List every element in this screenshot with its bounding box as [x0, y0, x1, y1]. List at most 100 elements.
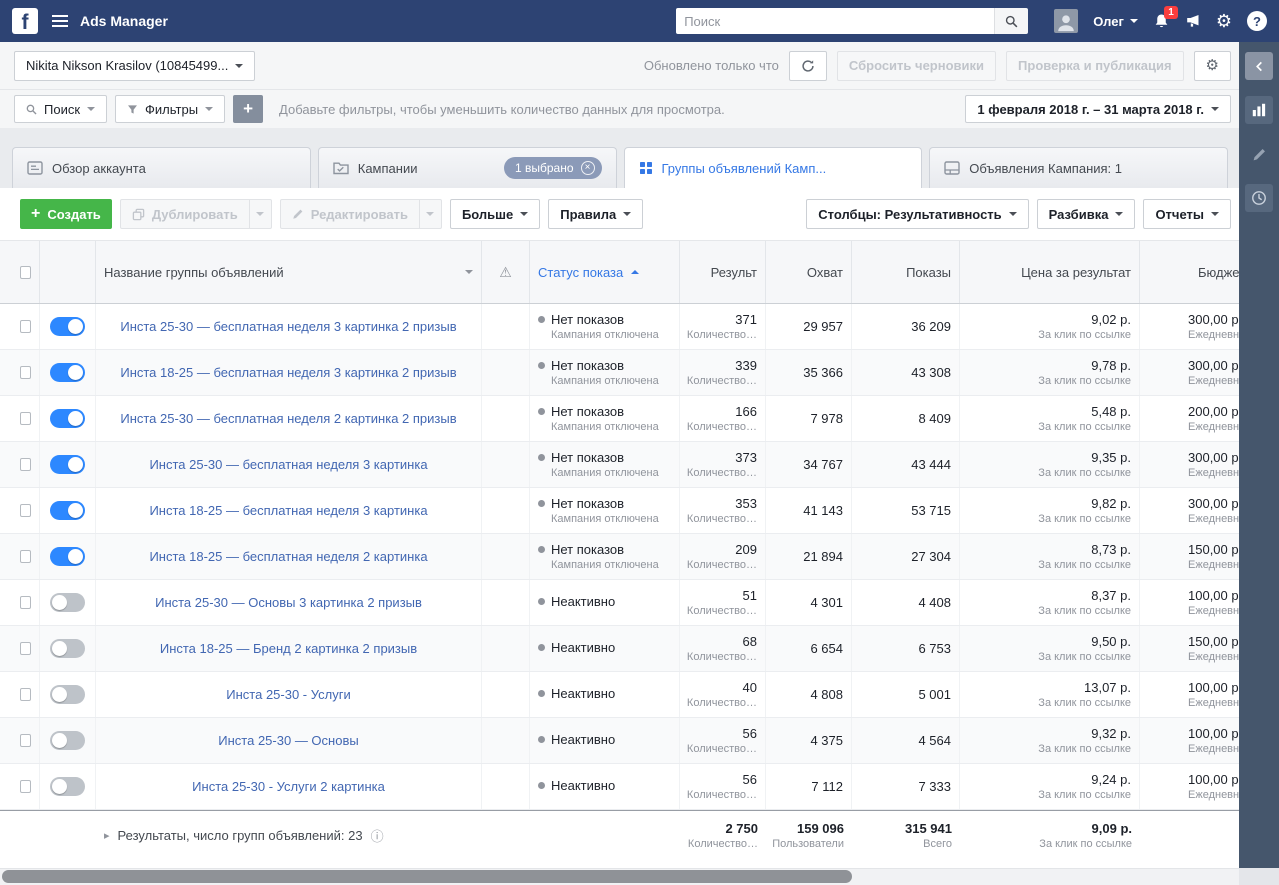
adset-name-link[interactable]: Инста 25-30 — Основы 3 картинка 2 призыв	[155, 595, 422, 610]
refresh-button[interactable]	[788, 50, 827, 81]
adset-name-link[interactable]: Инста 18-25 — Бренд 2 картинка 2 призыв	[160, 641, 417, 656]
table-row[interactable]: Инста 25-30 - Услуги Неактивно 40 Количес…	[0, 672, 1239, 718]
account-selector[interactable]: Nikita Nikson Krasilov (10845499...	[14, 50, 256, 81]
announcements-button[interactable]	[1185, 13, 1201, 29]
adset-name-link[interactable]: Инста 25-30 - Услуги 2 картинка	[192, 779, 385, 794]
table-row[interactable]: Инста 25-30 — бесплатная неделя 3 картин…	[0, 304, 1239, 350]
review-publish-button[interactable]: Проверка и публикация	[1006, 50, 1184, 81]
column-header-impressions[interactable]: Показы	[852, 241, 960, 303]
status-toggle[interactable]	[50, 777, 85, 796]
tab-account-overview[interactable]: Обзор аккаунта	[12, 147, 311, 188]
row-checkbox[interactable]	[20, 688, 31, 701]
horizontal-scrollbar[interactable]	[0, 868, 1239, 885]
table-row[interactable]: Инста 25-30 — бесплатная неделя 3 картин…	[0, 442, 1239, 488]
search-button[interactable]	[994, 8, 1029, 34]
menu-icon[interactable]	[52, 15, 68, 27]
adset-name-link[interactable]: Инста 18-25 — бесплатная неделя 2 картин…	[149, 549, 427, 564]
table-row[interactable]: Инста 18-25 — Бренд 2 картинка 2 призыв …	[0, 626, 1239, 672]
row-checkbox[interactable]	[20, 320, 31, 333]
budget-cell: 300,00 р Ежедневн	[1188, 496, 1239, 525]
activity-history-button[interactable]	[1245, 184, 1273, 212]
scrollbar-thumb[interactable]	[2, 870, 852, 883]
add-filter-button[interactable]: +	[233, 95, 264, 123]
column-header-delivery[interactable]: Статус показа	[530, 241, 680, 303]
row-checkbox[interactable]	[20, 458, 31, 471]
facebook-logo[interactable]: f	[12, 8, 38, 34]
adset-name-link[interactable]: Инста 25-30 — бесплатная неделя 2 картин…	[120, 411, 456, 426]
row-checkbox[interactable]	[20, 780, 31, 793]
adset-name-link[interactable]: Инста 25-30 — бесплатная неделя 3 картин…	[120, 319, 456, 334]
table-row[interactable]: Инста 18-25 — бесплатная неделя 3 картин…	[0, 350, 1239, 396]
table-row[interactable]: Инста 25-30 — бесплатная неделя 2 картин…	[0, 396, 1239, 442]
status-toggle[interactable]	[50, 685, 85, 704]
status-toggle[interactable]	[50, 593, 85, 612]
results-summary[interactable]: ▸ Результаты, число групп объявлений: 23…	[12, 811, 680, 860]
row-checkbox[interactable]	[20, 504, 31, 517]
adset-name-link[interactable]: Инста 25-30 — Основы	[218, 733, 358, 748]
adset-name-link[interactable]: Инста 18-25 — бесплатная неделя 3 картин…	[120, 365, 456, 380]
expand-caret-icon[interactable]: ▸	[104, 829, 110, 842]
row-checkbox[interactable]	[20, 734, 31, 747]
edit-button[interactable]: Редактировать	[279, 199, 420, 229]
column-header-cost[interactable]: Цена за результат	[960, 241, 1140, 303]
help-icon[interactable]: ?	[1247, 11, 1267, 31]
duplicate-button[interactable]: Дублировать	[119, 199, 250, 229]
status-toggle[interactable]	[50, 547, 85, 566]
column-header-results[interactable]: Результ	[680, 241, 766, 303]
filters-button[interactable]: Фильтры	[115, 95, 226, 123]
row-checkbox[interactable]	[20, 412, 31, 425]
create-button[interactable]: + Создать	[20, 199, 112, 229]
status-toggle[interactable]	[50, 455, 85, 474]
gear-icon: ⚙	[1205, 57, 1219, 74]
duplicate-menu-button[interactable]	[249, 199, 272, 229]
rules-button[interactable]: Правила	[548, 199, 644, 229]
avatar[interactable]	[1054, 9, 1079, 33]
filter-search-button[interactable]: Поиск	[14, 95, 108, 123]
reports-button[interactable]: Отчеты	[1143, 199, 1231, 229]
user-menu[interactable]: Олег	[1093, 14, 1138, 29]
table-row[interactable]: Инста 25-30 — Основы Неактивно 56 Количес…	[0, 718, 1239, 764]
column-header-name[interactable]: Название группы объявлений	[96, 241, 482, 303]
column-label: Результ	[710, 264, 757, 280]
adset-name-link[interactable]: Инста 25-30 - Услуги	[226, 687, 350, 702]
table-row[interactable]: Инста 18-25 — бесплатная неделя 3 картин…	[0, 488, 1239, 534]
row-checkbox[interactable]	[20, 366, 31, 379]
more-button[interactable]: Больше	[449, 199, 541, 229]
discard-drafts-button[interactable]: Сбросить черновики	[836, 50, 997, 81]
row-checkbox[interactable]	[20, 550, 31, 563]
status-toggle[interactable]	[50, 363, 85, 382]
table-row[interactable]: Инста 18-25 — бесплатная неделя 2 картин…	[0, 534, 1239, 580]
search-input[interactable]	[676, 8, 995, 34]
breakdown-button[interactable]: Разбивка	[1036, 199, 1136, 229]
settings-button[interactable]: ⚙	[1216, 12, 1232, 30]
tab-ads[interactable]: Объявления Кампания: 1	[929, 147, 1228, 188]
tab-adsets[interactable]: Группы объявлений Камп...	[623, 147, 923, 188]
select-all-checkbox[interactable]	[20, 265, 31, 279]
status-toggle[interactable]	[50, 639, 85, 658]
column-header-issues[interactable]: ⚠	[482, 241, 530, 303]
performance-charts-button[interactable]	[1245, 96, 1273, 124]
row-checkbox[interactable]	[20, 642, 31, 655]
table-row[interactable]: Инста 25-30 - Услуги 2 картинка Неактивн…	[0, 764, 1239, 810]
collapse-panel-button[interactable]	[1245, 52, 1273, 80]
deselect-icon[interactable]: ×	[580, 161, 595, 175]
status-toggle[interactable]	[50, 731, 85, 750]
quick-edit-button[interactable]	[1245, 140, 1273, 168]
adset-name-link[interactable]: Инста 18-25 — бесплатная неделя 3 картин…	[149, 503, 427, 518]
table-row[interactable]: Инста 25-30 — Основы 3 картинка 2 призыв…	[0, 580, 1239, 626]
date-range-picker[interactable]: 1 февраля 2018 г. – 31 марта 2018 г.	[965, 95, 1231, 123]
view-settings-button[interactable]: ⚙	[1193, 50, 1231, 81]
tab-campaigns[interactable]: Кампании 1 выбрано ×	[317, 147, 617, 188]
edit-menu-button[interactable]	[419, 199, 442, 229]
notifications-button[interactable]: 1	[1153, 5, 1178, 30]
adset-name-link[interactable]: Инста 25-30 — бесплатная неделя 3 картин…	[149, 457, 427, 472]
status-toggle[interactable]	[50, 501, 85, 520]
column-header-budget[interactable]: Бюджет	[1140, 241, 1239, 303]
columns-button[interactable]: Столбцы: Результативность	[806, 199, 1029, 229]
status-toggle[interactable]	[50, 317, 85, 336]
info-icon[interactable]: ⓘ	[371, 826, 384, 845]
status-toggle[interactable]	[50, 409, 85, 428]
row-checkbox[interactable]	[20, 596, 31, 609]
results-cell: 51 Количество…	[680, 580, 766, 625]
column-header-reach[interactable]: Охват	[766, 241, 852, 303]
